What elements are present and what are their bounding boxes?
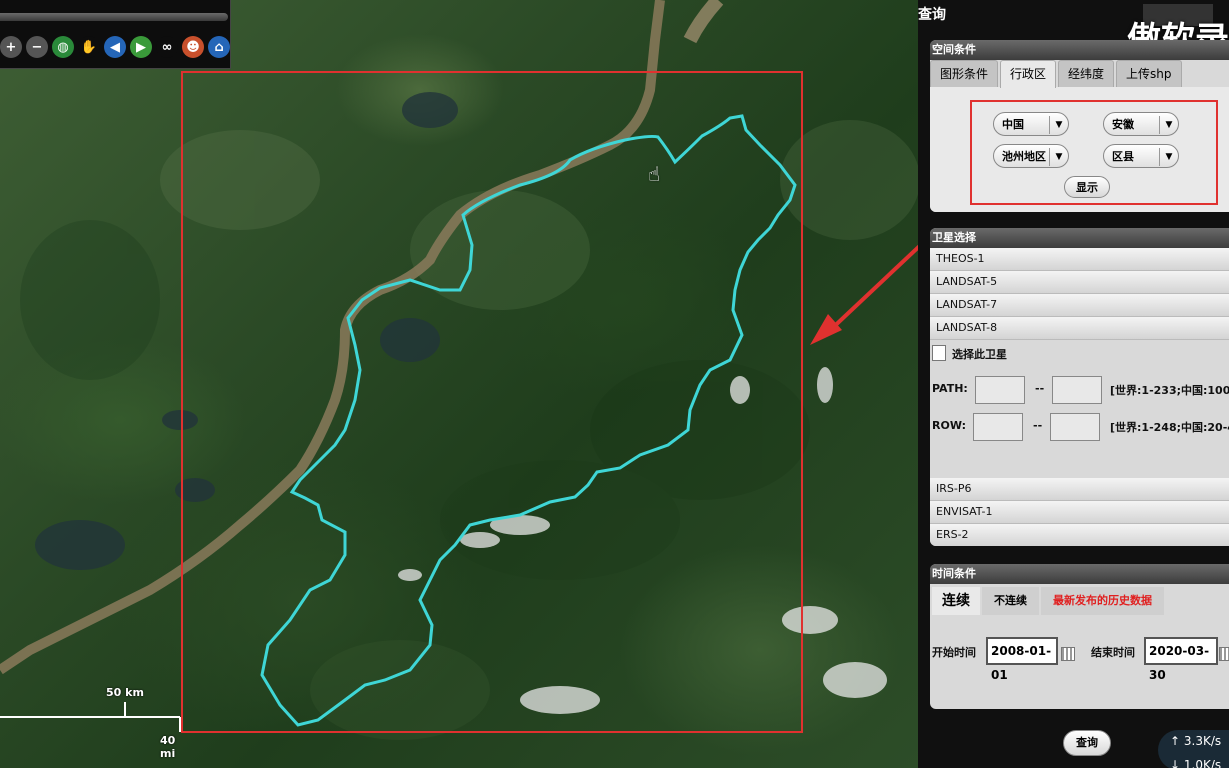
users-icon[interactable]: ☻: [182, 36, 204, 58]
province-select[interactable]: 安徽 ▼: [1103, 112, 1179, 136]
time-tabs: 连续 不连续 最新发布的历史数据: [932, 587, 1164, 615]
chevron-down-icon: ▼: [1159, 116, 1178, 134]
city-select[interactable]: 池州地区 ▼: [993, 144, 1069, 168]
download-speed-value: 1.0K/s: [1183, 758, 1222, 768]
back-arrow-icon[interactable]: ◀: [104, 36, 126, 58]
row-to-input[interactable]: [1050, 413, 1100, 441]
link-icon[interactable]: ∞: [156, 36, 178, 58]
satellite-header: 卫星选择: [930, 228, 1229, 248]
start-time-label: 开始时间: [932, 646, 976, 659]
path-label: PATH:: [932, 382, 968, 395]
query-button[interactable]: 查询: [1063, 730, 1111, 756]
sat-landsat-7[interactable]: LANDSAT-7: [930, 294, 1229, 317]
tab-discontinuous[interactable]: 不连续: [982, 587, 1039, 615]
sat-envisat-1[interactable]: ENVISAT-1: [930, 501, 1229, 524]
tab-continuous[interactable]: 连续: [932, 587, 980, 615]
end-time-label: 结束时间: [1091, 646, 1135, 659]
hand-cursor-icon: ☝: [648, 162, 661, 186]
scale-bar: 50 km 40 mi: [0, 686, 190, 760]
sat-landsat-8[interactable]: LANDSAT-8: [930, 317, 1229, 340]
panel-title: 查询: [918, 7, 946, 23]
toolbar-icons: + − ◍ ✋ ◀ ▶ ∞ ☻ ⌂: [0, 36, 230, 58]
sat-ers-2[interactable]: ERS-2: [930, 524, 1229, 546]
row-dash: --: [1033, 419, 1043, 432]
path-to-input[interactable]: [1052, 376, 1102, 404]
sat-irs-p6[interactable]: IRS-P6: [930, 478, 1229, 501]
zoom-in-icon[interactable]: +: [0, 36, 22, 58]
download-speed: ↓ 1.0K/s: [1170, 758, 1221, 768]
country-value: 中国: [1002, 118, 1024, 131]
query-panel: 查询 傲软录 空间条件 图形条件 行政区 经纬度 上传shp 中国▼ 安徽▼ 池…: [918, 0, 1229, 768]
forward-arrow-icon[interactable]: ▶: [130, 36, 152, 58]
time-header: 时间条件: [930, 564, 1229, 584]
city-value: 池州地区: [1002, 150, 1046, 163]
toolbar-slider[interactable]: [0, 13, 228, 21]
spatial-tabs: 图形条件 行政区 经纬度 上传shp: [930, 60, 1182, 88]
select-satellite-checkbox[interactable]: [932, 345, 946, 361]
sat-theos-1[interactable]: THEOS-1: [930, 248, 1229, 271]
calendar-icon[interactable]: [1219, 647, 1229, 661]
tab-upload-shp[interactable]: 上传shp: [1116, 60, 1182, 87]
end-date-input[interactable]: 2020-03-30: [1144, 637, 1218, 682]
map-toolbar: + − ◍ ✋ ◀ ▶ ∞ ☻ ⌂: [0, 0, 231, 69]
province-value: 安徽: [1112, 118, 1134, 131]
path-from-input[interactable]: [975, 376, 1025, 404]
chevron-down-icon: ▼: [1159, 148, 1178, 166]
network-speed-widget: ↑ 3.3K/s ↓ 1.0K/s: [1158, 730, 1229, 768]
country-select[interactable]: 中国 ▼: [993, 112, 1069, 136]
upload-speed: ↑ 3.3K/s: [1170, 734, 1222, 748]
show-button[interactable]: 显示: [1064, 176, 1110, 198]
tab-admin-region[interactable]: 行政区: [1000, 60, 1057, 88]
row-hint: [世界:1-248;中国:20-48]: [1110, 421, 1229, 434]
calendar-icon[interactable]: [1061, 647, 1075, 661]
tab-latest-history[interactable]: 最新发布的历史数据: [1041, 587, 1164, 615]
row-from-input[interactable]: [973, 413, 1023, 441]
row-label: ROW:: [932, 419, 967, 432]
start-date-input[interactable]: 2008-01-01: [986, 637, 1058, 682]
map-view[interactable]: + − ◍ ✋ ◀ ▶ ∞ ☻ ⌂ ☝ 50 km 40 mi: [0, 0, 918, 768]
pan-hand-icon[interactable]: ✋: [78, 36, 100, 58]
chevron-down-icon: ▼: [1049, 116, 1068, 134]
select-satellite-label: 选择此卫星: [952, 348, 1007, 361]
county-value: 区县: [1112, 150, 1134, 163]
selection-rectangle: [181, 71, 803, 733]
upload-speed-value: 3.3K/s: [1183, 734, 1222, 748]
sat-landsat-5[interactable]: LANDSAT-5: [930, 271, 1229, 294]
county-select[interactable]: 区县 ▼: [1103, 144, 1179, 168]
zoom-out-icon[interactable]: −: [26, 36, 48, 58]
chevron-down-icon: ▼: [1049, 148, 1068, 166]
path-dash: --: [1035, 382, 1045, 395]
home-icon[interactable]: ⌂: [208, 36, 230, 58]
scale-mi-label: 40 mi: [160, 734, 176, 760]
spatial-header: 空间条件: [930, 40, 1229, 60]
path-hint: [世界:1-233;中国:100-14: [1110, 384, 1229, 397]
tab-lat-lon[interactable]: 经纬度: [1058, 60, 1115, 87]
tab-graphic-condition[interactable]: 图形条件: [930, 60, 999, 87]
globe-icon[interactable]: ◍: [52, 36, 74, 58]
